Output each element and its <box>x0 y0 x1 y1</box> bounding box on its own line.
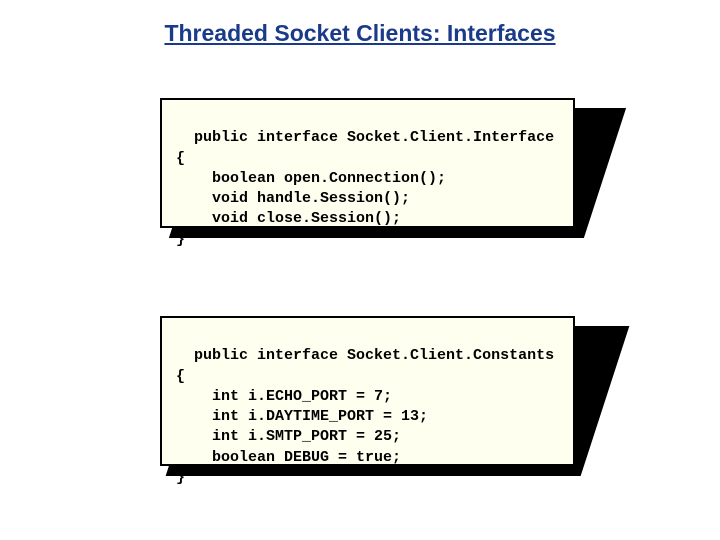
code-content-2: public interface Socket.Client.Constants… <box>176 347 554 486</box>
code-box-2: public interface Socket.Client.Constants… <box>160 316 575 466</box>
page-title: Threaded Socket Clients: Interfaces <box>0 20 720 47</box>
code-box-1: public interface Socket.Client.Interface… <box>160 98 575 228</box>
